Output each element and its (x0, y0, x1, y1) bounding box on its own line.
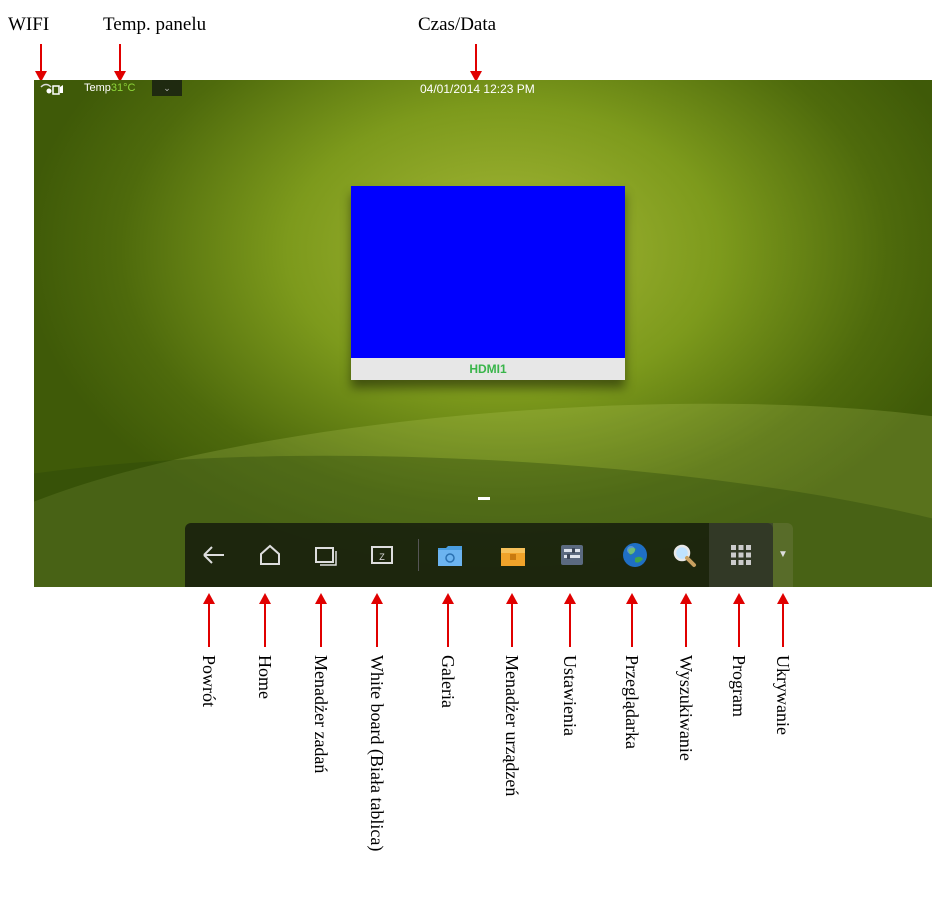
browser-button[interactable] (617, 537, 653, 573)
back-button[interactable] (196, 537, 232, 573)
home-arrow (259, 593, 271, 647)
browser-globe-icon (623, 543, 647, 567)
gallery-arrow (442, 593, 454, 647)
home-annotation: Home (255, 655, 275, 699)
settings-icon (561, 545, 583, 565)
dock-separator (418, 539, 419, 571)
time-date-annotation: Czas/Data (418, 14, 497, 35)
hide-arrow (777, 593, 789, 647)
wifi-arrow (35, 44, 47, 82)
temp-value: 31°C (110, 82, 136, 94)
temp-panel-annotation: Temp. panelu (103, 14, 207, 35)
search-magnifier-icon (673, 544, 696, 567)
back-annotation: Powrót (199, 655, 219, 708)
temp-arrow (114, 44, 126, 82)
status-dropdown-button[interactable]: ⌄ (152, 80, 182, 96)
task-manager-icon (315, 547, 337, 566)
whiteboard-icon: Z (371, 546, 393, 564)
home-button[interactable] (252, 537, 288, 573)
back-arrow (203, 593, 215, 647)
task-manager-arrow (315, 593, 327, 647)
settings-annotation: Ustawienia (560, 655, 580, 736)
datetime-display: 04/01/2014 12:23 PM (420, 82, 535, 96)
device-manager-arrow (506, 593, 518, 647)
task-manager-button[interactable] (308, 537, 344, 573)
whiteboard-button[interactable]: Z (364, 537, 400, 573)
device-manager-button[interactable] (495, 537, 531, 573)
device-manager-icon (501, 548, 525, 566)
status-bar: Temp31°C ⌄ 04/01/2014 12:23 PM (34, 80, 932, 98)
whiteboard-glyph: Z (379, 552, 385, 562)
gallery-button[interactable] (432, 537, 468, 573)
whiteboard-annotation: White board (Biała tablica) (367, 655, 387, 852)
home-icon (260, 544, 280, 565)
source-label[interactable]: HDMI1 (351, 358, 625, 380)
page-indicator (478, 497, 490, 500)
wifi-icon[interactable] (40, 83, 64, 95)
settings-button[interactable] (554, 537, 590, 573)
device-manager-annotation: Menadżer urządzeń (502, 655, 522, 797)
search-annotation: Wyszukiwanie (676, 655, 696, 761)
program-button[interactable] (723, 537, 759, 573)
program-annotation: Program (729, 655, 749, 717)
settings-arrow (564, 593, 576, 647)
gallery-annotation: Galeria (438, 655, 458, 708)
task-manager-annotation: Menadżer zadań (311, 655, 331, 774)
search-button[interactable] (666, 537, 702, 573)
program-arrow (733, 593, 745, 647)
time-arrow (470, 44, 482, 82)
program-grid-icon (731, 545, 751, 565)
whiteboard-arrow (371, 593, 383, 647)
desktop-screen: Temp31°C ⌄ 04/01/2014 12:23 PM HDMI1 Z ▼ (34, 80, 932, 587)
source-preview[interactable] (351, 186, 625, 358)
dock-bar: Z (185, 523, 773, 587)
browser-annotation: Przeglądarka (622, 655, 642, 749)
browser-arrow (626, 593, 638, 647)
temp-prefix: Temp (84, 82, 111, 94)
hide-annotation: Ukrywanie (773, 655, 793, 735)
hdmi-source-card[interactable]: HDMI1 (351, 186, 625, 380)
wifi-annotation: WIFI (8, 14, 50, 35)
temperature-readout: Temp31°C (84, 82, 135, 94)
search-arrow (680, 593, 692, 647)
dock-hide-button[interactable]: ▼ (773, 523, 793, 587)
gallery-icon (438, 546, 462, 566)
back-icon (203, 546, 224, 564)
